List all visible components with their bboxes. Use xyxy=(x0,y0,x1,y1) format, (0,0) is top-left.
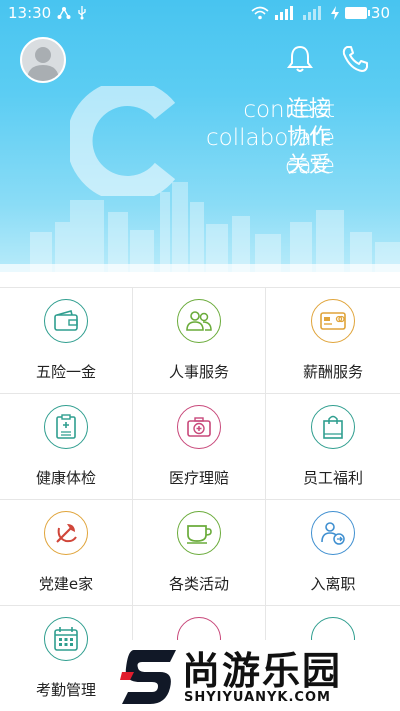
status-time: 13:30 xyxy=(8,4,52,22)
medkit-icon xyxy=(177,405,221,449)
calendar-icon xyxy=(44,617,88,661)
card-icon xyxy=(311,299,355,343)
menu-item-employee-benefits[interactable]: 员工福利 xyxy=(266,394,400,500)
menu-item-label: 五险一金 xyxy=(35,363,96,381)
tagline-cn-1: 连接 xyxy=(287,97,332,122)
wifi-icon xyxy=(251,6,269,20)
share-icon xyxy=(57,6,71,20)
menu-item-label: 员工福利 xyxy=(302,469,363,487)
signal-icon xyxy=(274,6,297,20)
party-icon xyxy=(44,511,88,555)
watermark-logo-icon xyxy=(120,650,176,704)
phone-icon[interactable] xyxy=(340,44,370,78)
menu-item-onboarding-offboarding[interactable]: 入离职 xyxy=(266,500,400,606)
tagline-cn-2: 协作 xyxy=(287,125,332,150)
menu-item-label: 人事服务 xyxy=(168,363,229,381)
menu-item-label: 健康体检 xyxy=(35,469,96,487)
wallet-icon xyxy=(44,299,88,343)
menu-item-attendance[interactable]: 考勤管理 xyxy=(0,606,133,711)
battery-level: 30 xyxy=(370,4,390,22)
usb-icon xyxy=(77,6,87,20)
clipboard-icon xyxy=(44,405,88,449)
watermark: 尚游乐园 SHYIYUANYK.COM xyxy=(120,640,400,711)
menu-item-medical-claims[interactable]: 医疗理赔 xyxy=(133,394,266,500)
people-icon xyxy=(177,299,221,343)
watermark-en: SHYIYUANYK.COM xyxy=(184,690,331,705)
menu-item-party-home[interactable]: 党建e家 xyxy=(0,500,133,606)
menu-item-label: 薪酬服务 xyxy=(302,363,363,381)
bell-icon[interactable] xyxy=(285,44,315,78)
menu-item-health-check[interactable]: 健康体检 xyxy=(0,394,133,500)
header-banner: 13:30 30 connect collaborate care 连接 协作 … xyxy=(0,0,400,272)
brand-c-logo xyxy=(70,86,176,196)
menu-item-label: 考勤管理 xyxy=(35,681,96,699)
status-bar: 13:30 30 xyxy=(0,0,400,26)
menu-item-hr-services[interactable]: 人事服务 xyxy=(133,288,266,394)
user-silhouette-icon xyxy=(27,47,59,81)
menu-item-social-insurance[interactable]: 五险一金 xyxy=(0,288,133,394)
battery-indicator: 30 xyxy=(344,4,390,22)
menu-item-payroll[interactable]: 薪酬服务 xyxy=(266,288,400,394)
charging-icon xyxy=(330,6,339,20)
city-skyline-decoration xyxy=(0,182,400,272)
menu-item-label: 党建e家 xyxy=(38,575,94,593)
tagline-cn-3: 关爱 xyxy=(287,153,332,178)
menu-item-activities[interactable]: 各类活动 xyxy=(133,500,266,606)
menu-item-label: 各类活动 xyxy=(168,575,229,593)
signal-secondary-icon xyxy=(302,6,325,20)
bag-icon xyxy=(311,405,355,449)
menu-item-label: 入离职 xyxy=(310,575,356,593)
person-arrow-icon xyxy=(311,511,355,555)
cup-icon xyxy=(177,511,221,555)
avatar[interactable] xyxy=(20,37,66,83)
battery-icon xyxy=(344,7,370,19)
menu-item-label: 医疗理赔 xyxy=(168,469,229,487)
watermark-cn: 尚游乐园 xyxy=(182,649,343,693)
